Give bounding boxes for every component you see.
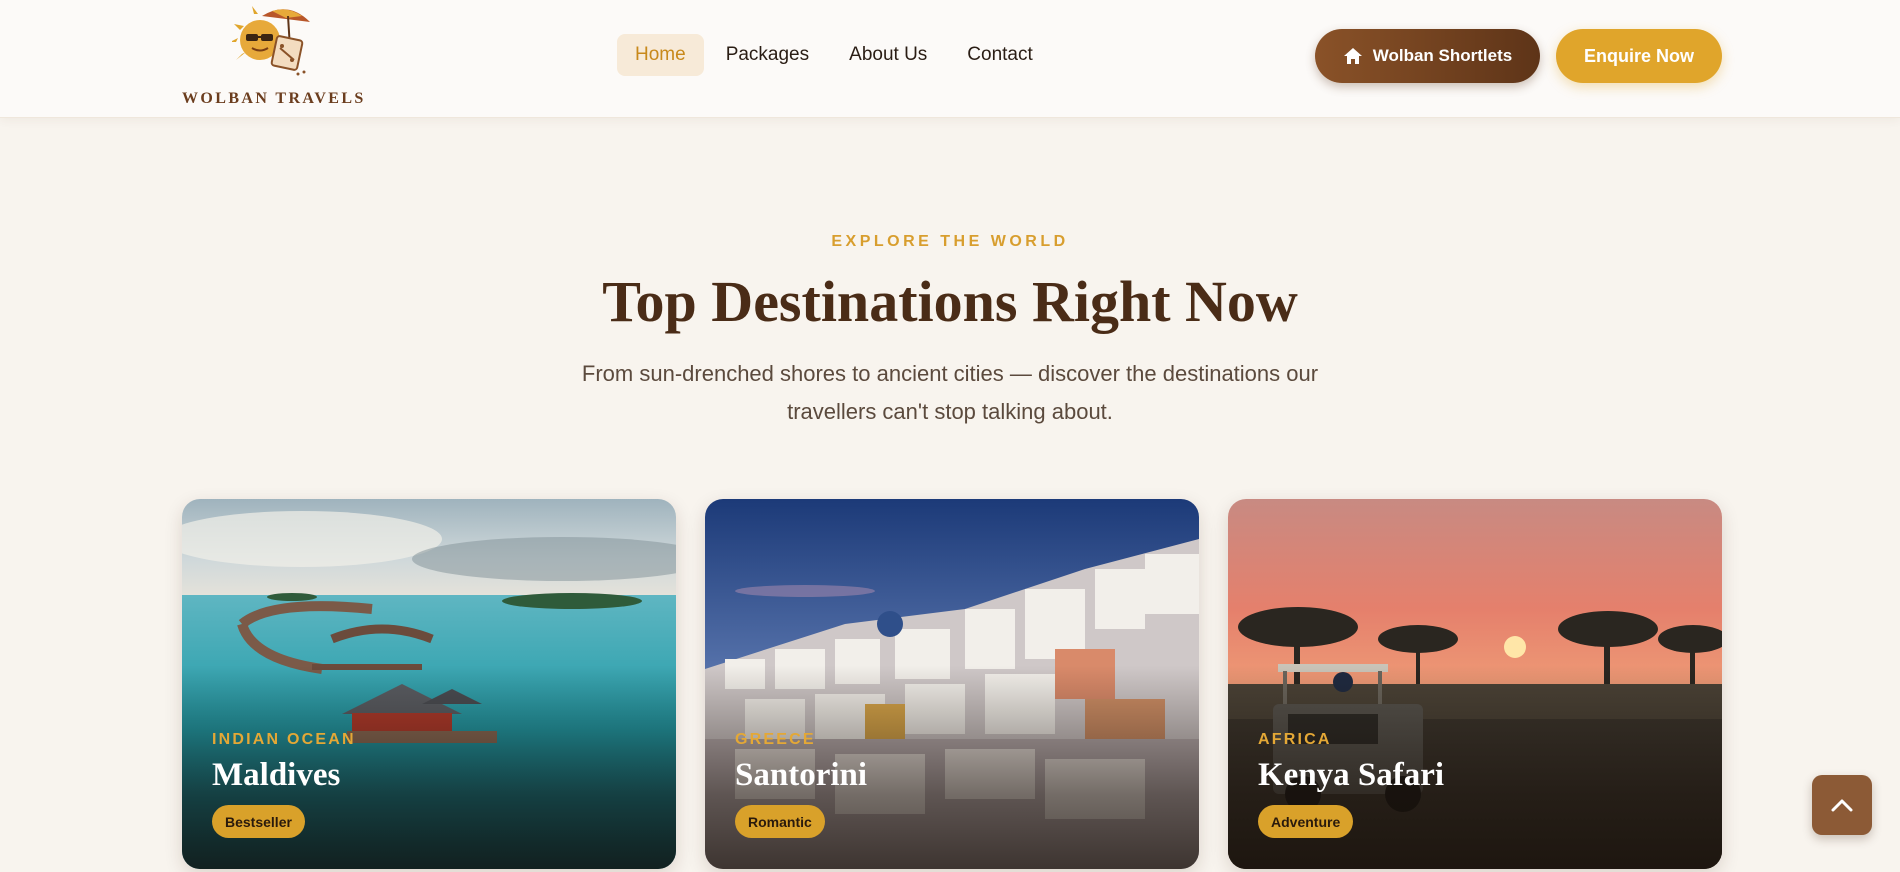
nav-item-packages[interactable]: Packages xyxy=(708,34,827,76)
destination-name: Kenya Safari xyxy=(1258,757,1445,793)
wolban-shortlets-label: Wolban Shortlets xyxy=(1372,46,1513,65)
main-nav: Home Packages About Us Contact xyxy=(617,34,1055,76)
destination-card-kenya-safari[interactable]: AFRICA Kenya Safari Adventure xyxy=(1228,499,1722,869)
enquire-now-button[interactable]: Enquire Now xyxy=(1556,29,1722,83)
sun-umbrella-suitcase-logo-icon xyxy=(232,6,310,76)
destination-badge: Adventure xyxy=(1258,805,1354,838)
brand-name: WOLBAN TRAVELS xyxy=(182,90,366,107)
nav-item-contact[interactable]: Contact xyxy=(949,34,1050,76)
destination-region: INDIAN OCEAN xyxy=(212,731,356,748)
back-to-top-button[interactable] xyxy=(1812,775,1872,835)
destination-card-maldives[interactable]: INDIAN OCEAN Maldives Bestseller xyxy=(182,499,676,869)
destination-badge: Romantic xyxy=(735,805,825,838)
nav-item-about-us[interactable]: About Us xyxy=(831,34,945,76)
destination-region: GREECE xyxy=(735,731,816,748)
site-header: WOLBAN TRAVELS Home Packages About Us Co… xyxy=(0,0,1900,118)
home-icon xyxy=(1343,48,1362,64)
section-subtitle: From sun-drenched shores to ancient citi… xyxy=(581,361,1319,424)
destination-card-santorini[interactable]: GREECE Santorini Romantic xyxy=(705,499,1199,869)
destination-name: Santorini xyxy=(735,757,868,793)
chevron-up-icon xyxy=(1831,799,1853,812)
section-eyebrow: EXPLORE THE WORLD xyxy=(831,233,1069,250)
destination-name: Maldives xyxy=(212,757,341,793)
section-title: Top Destinations Right Now xyxy=(602,269,1298,334)
destination-region: AFRICA xyxy=(1258,731,1332,748)
wolban-shortlets-button[interactable]: Wolban Shortlets xyxy=(1315,29,1540,83)
brand-logo[interactable]: WOLBAN TRAVELS xyxy=(182,2,366,112)
destination-badge: Bestseller xyxy=(212,805,305,838)
nav-item-home[interactable]: Home xyxy=(617,34,704,76)
